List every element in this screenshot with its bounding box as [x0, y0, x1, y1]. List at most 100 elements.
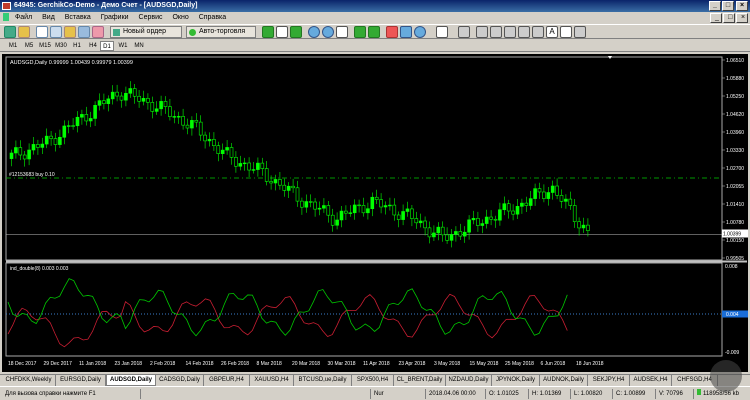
candle-body — [185, 124, 190, 129]
menu-insert[interactable]: Вставка — [61, 12, 95, 24]
menu-view[interactable]: Вид — [38, 12, 59, 24]
chart-tab[interactable]: XAUUSD,H4 — [250, 375, 294, 386]
menu-help[interactable]: Справка — [195, 12, 230, 24]
chart-tab[interactable]: SPX500,H4 — [352, 375, 394, 386]
templates-icon[interactable] — [414, 26, 426, 38]
candle-body — [212, 139, 216, 146]
candle-body — [449, 234, 454, 241]
status-time: 2018.04.06 00:00 — [425, 389, 476, 399]
menu-window[interactable]: Окно — [168, 12, 192, 24]
date-tick: 18 Jun 2018 — [576, 361, 604, 367]
fibo-icon[interactable] — [532, 26, 544, 38]
chart-tab[interactable]: AUDSGD,Daily — [106, 375, 156, 386]
terminal-icon[interactable] — [78, 26, 90, 38]
maximize-icon[interactable]: □ — [722, 1, 734, 11]
chart-tab[interactable]: CHFDKK,Weekly — [2, 375, 56, 386]
navigator-icon[interactable] — [64, 26, 76, 38]
candle-body — [84, 114, 89, 122]
tf-m15[interactable]: M15 — [38, 41, 52, 51]
tf-w1[interactable]: W1 — [116, 41, 130, 51]
window-title: 64945: GerchikCo-Demo - Демо Счет - [AUD… — [14, 2, 198, 9]
chart-tab[interactable]: BTCUSD,ue,Daily — [294, 375, 352, 386]
chart-tab[interactable]: AUDNOK,Daily — [540, 375, 588, 386]
text-icon[interactable]: A — [546, 26, 558, 38]
status-sep — [140, 389, 144, 399]
bar-chart-icon[interactable] — [262, 26, 274, 38]
tile-windows-icon[interactable] — [336, 26, 348, 38]
tf-m5[interactable]: M5 — [22, 41, 36, 51]
channel-icon[interactable] — [518, 26, 530, 38]
candle-body — [216, 145, 221, 154]
candle-body — [405, 208, 410, 212]
profiles-icon[interactable] — [18, 26, 30, 38]
new-chart-icon[interactable] — [4, 26, 16, 38]
tester-icon[interactable] — [92, 26, 104, 38]
line-chart-icon[interactable] — [290, 26, 302, 38]
price-tick: 1.00780 — [726, 220, 744, 226]
close-icon[interactable]: × — [736, 1, 748, 11]
child-close-icon[interactable]: × — [736, 13, 748, 23]
candle-body — [251, 169, 256, 171]
candle-body — [432, 232, 436, 238]
title-bar: 64945: GerchikCo-Demo - Демо Счет - [AUD… — [0, 0, 750, 12]
candlestick-icon[interactable] — [276, 26, 288, 38]
tf-m1[interactable]: M1 — [6, 41, 20, 51]
candle-body — [190, 120, 194, 129]
candle-body — [498, 209, 502, 221]
data-window-icon[interactable] — [50, 26, 62, 38]
candle-body — [264, 168, 269, 182]
label-icon[interactable] — [560, 26, 572, 38]
trendline-icon[interactable] — [504, 26, 516, 38]
auto-trading-label: Авто-торговля — [199, 28, 246, 35]
menu-file[interactable]: Файл — [11, 12, 36, 24]
chart-tab[interactable]: JPYNOK,Daily — [492, 375, 540, 386]
zoom-out-icon[interactable] — [322, 26, 334, 38]
tf-h1[interactable]: H1 — [70, 41, 84, 51]
chart-tab[interactable]: SEKJPY,H4 — [588, 375, 630, 386]
chart-tab[interactable]: CADSGD,Daily — [156, 375, 204, 386]
candle-body — [132, 88, 137, 97]
tf-d1[interactable]: D1 — [100, 41, 114, 51]
chart-background — [2, 54, 748, 372]
tf-m30[interactable]: M30 — [54, 41, 68, 51]
menu-charts[interactable]: Графики — [97, 12, 133, 24]
candle-body — [194, 120, 199, 123]
cursor-icon[interactable] — [436, 26, 448, 38]
price-tick: 1.02055 — [726, 184, 744, 190]
new-order-button[interactable]: Новый ордер — [110, 26, 182, 38]
periods-icon[interactable] — [400, 26, 412, 38]
date-tick: 30 Mar 2018 — [328, 361, 356, 367]
vertical-line-icon[interactable] — [476, 26, 488, 38]
menu-tools[interactable]: Сервис — [135, 12, 167, 24]
arrows-icon[interactable] — [574, 26, 586, 38]
candle-body — [300, 200, 304, 208]
candle-body — [454, 231, 458, 235]
tf-h4[interactable]: H4 — [86, 41, 100, 51]
autoscroll-icon[interactable] — [368, 26, 380, 38]
chart-tab[interactable]: EURSGD,Daily — [56, 375, 106, 386]
candle-body — [471, 218, 476, 221]
indicator-tick-bottom: -0.009 — [725, 350, 739, 356]
chart-svg[interactable]: AUDSGD,Daily 0.99999 1.00439 0.99979 1.0… — [2, 54, 748, 372]
indicators-icon[interactable] — [386, 26, 398, 38]
chart-tab[interactable]: NZDAUD,Daily — [446, 375, 492, 386]
market-watch-icon[interactable] — [36, 26, 48, 38]
child-minimize-icon[interactable]: _ — [710, 13, 722, 23]
horizontal-line-icon[interactable] — [490, 26, 502, 38]
status-open: O: 1.01025 — [485, 389, 519, 399]
date-tick: 11 Jan 2018 — [79, 361, 106, 367]
child-restore-icon[interactable]: □ — [723, 13, 735, 23]
zoom-in-icon[interactable] — [308, 26, 320, 38]
candle-body — [93, 105, 97, 119]
price-tick: 1.01410 — [726, 202, 744, 208]
current-price: 1.00399 — [723, 232, 741, 238]
timeframe-bar: M1 M5 M15 M30 H1 H4 D1 W1 MN — [0, 39, 750, 52]
chart-tab[interactable]: CL_BRENT,Daily — [394, 375, 446, 386]
tf-mn[interactable]: MN — [132, 41, 146, 51]
auto-trading-button[interactable]: Авто-торговля — [186, 26, 256, 38]
minimize-icon[interactable]: _ — [709, 1, 721, 11]
chart-shift-icon[interactable] — [354, 26, 366, 38]
chart-tab[interactable]: AUDSEK,H4 — [630, 375, 672, 386]
crosshair-icon[interactable] — [458, 26, 470, 38]
chart-tab[interactable]: GBPEUR,H4 — [204, 375, 250, 386]
